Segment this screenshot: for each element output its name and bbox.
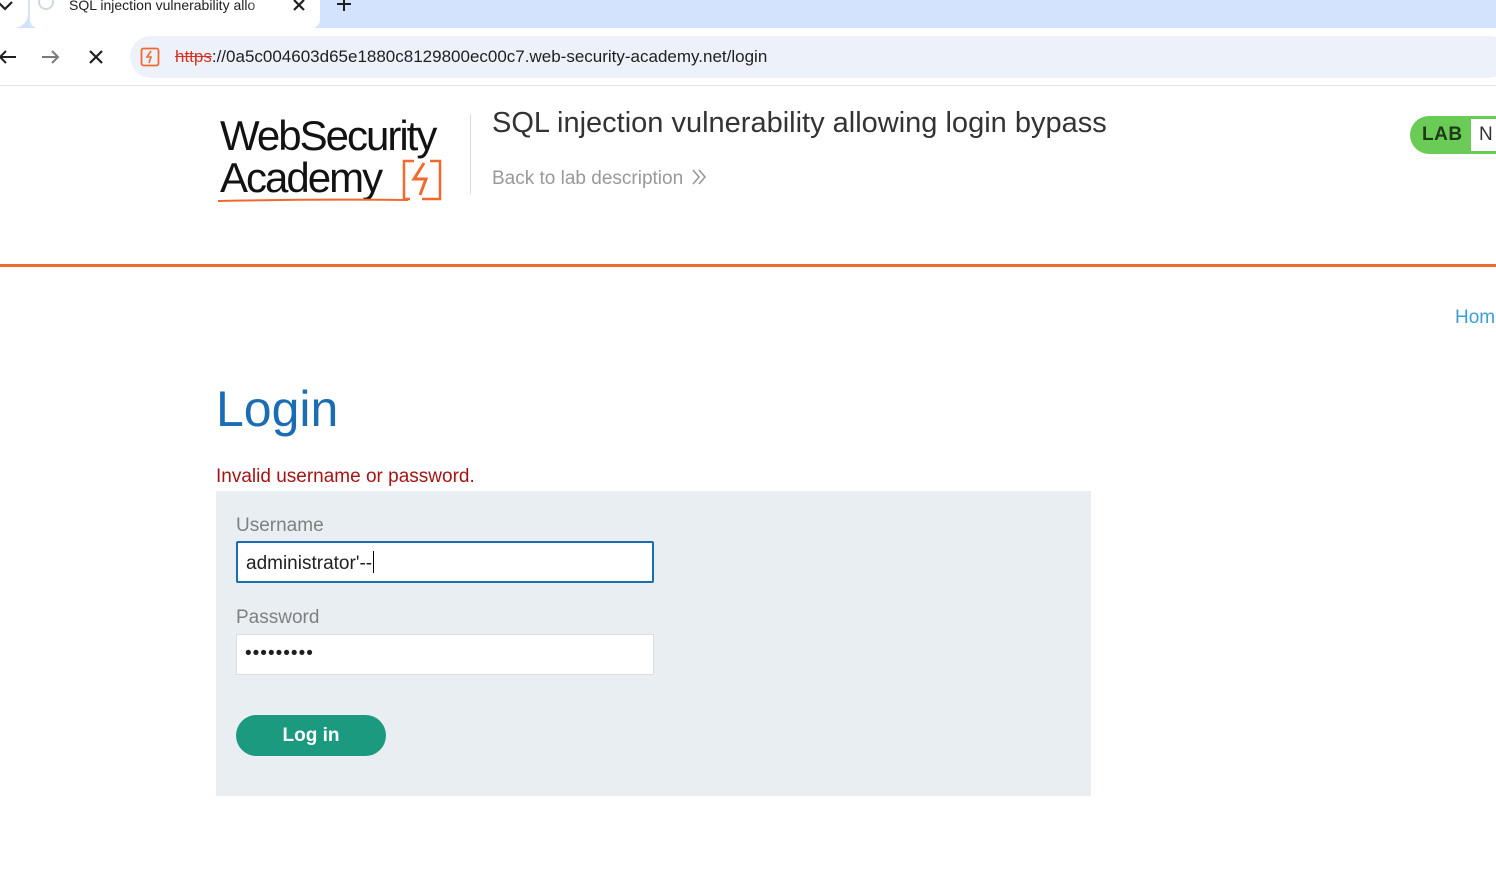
site-favicon-icon[interactable] — [140, 47, 160, 67]
plus-icon[interactable] — [334, 0, 354, 14]
password-label: Password — [236, 607, 320, 628]
browser-tab-strip: SQL injection vulnerability allo — [0, 0, 1496, 28]
browser-tab-active[interactable]: SQL injection vulnerability allo — [30, 0, 320, 28]
url-scheme: https — [175, 47, 212, 66]
forward-arrow-icon[interactable] — [40, 46, 62, 68]
url-rest: ://0a5c004603d65e1880c8129800ec00c7.web-… — [211, 47, 768, 66]
logo-line-1: WebSecurity — [220, 112, 437, 159]
web-security-academy-logo[interactable]: WebSecurity Academy — [218, 113, 468, 205]
password-value: ••••••••• — [245, 643, 314, 664]
lab-badge-status: N — [1471, 119, 1496, 151]
username-value: administrator'-- — [246, 553, 373, 574]
address-bar[interactable]: https://0a5c004603d65e1880c8129800ec00c7… — [130, 36, 1496, 78]
back-arrow-icon[interactable] — [0, 46, 18, 68]
header-divider — [470, 114, 471, 194]
browser-toolbar: https://0a5c004603d65e1880c8129800ec00c7… — [0, 28, 1496, 86]
lab-badge-label: LAB — [1422, 124, 1463, 145]
password-input[interactable]: ••••••••• — [236, 634, 654, 675]
home-link[interactable]: Hom — [1455, 307, 1495, 329]
double-chevron-right-icon — [692, 169, 707, 185]
logo-underline — [218, 198, 408, 202]
text-caret — [373, 551, 375, 573]
error-message: Invalid username or password. — [216, 466, 475, 487]
username-label: Username — [236, 515, 324, 536]
lab-status-text: N — [1479, 124, 1493, 145]
tab-list-button[interactable] — [0, 0, 28, 28]
lightning-bolt-icon — [402, 159, 442, 201]
username-input[interactable]: administrator'-- — [236, 541, 654, 583]
login-form: Username administrator'-- Password •••••… — [216, 491, 1091, 796]
stop-icon[interactable] — [85, 46, 107, 68]
logo-line-2: Academy — [220, 154, 383, 201]
page-title: Login — [216, 381, 339, 437]
back-link-label: Back to lab description — [492, 168, 684, 189]
tab-title: SQL injection vulnerability allo — [69, 0, 277, 15]
loading-spinner-icon — [38, 0, 54, 10]
login-button[interactable]: Log in — [236, 715, 386, 756]
url-text[interactable]: https://0a5c004603d65e1880c8129800ec00c7… — [175, 47, 767, 67]
lab-status-badge: LAB N — [1410, 116, 1496, 154]
close-icon[interactable] — [290, 0, 308, 14]
chevron-down-icon — [0, 1, 13, 11]
lab-header: WebSecurity Academy SQL injection vulner… — [0, 87, 1496, 267]
lab-title: SQL injection vulnerability allowing log… — [492, 107, 1107, 139]
back-to-lab-description-link[interactable]: Back to lab description — [492, 168, 707, 190]
